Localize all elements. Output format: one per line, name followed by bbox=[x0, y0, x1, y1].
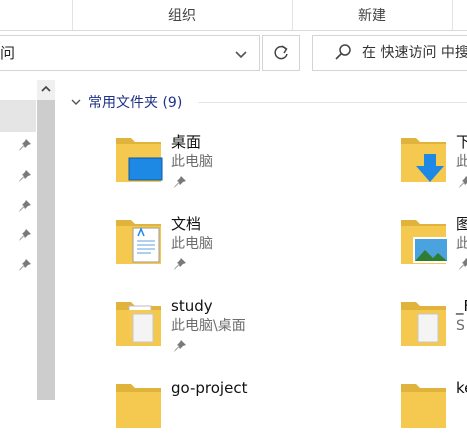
folder-location: 此电脑 bbox=[171, 236, 213, 252]
address-path: 问 bbox=[0, 44, 16, 62]
pin-icon[interactable] bbox=[18, 228, 32, 242]
refresh-button[interactable] bbox=[262, 35, 300, 71]
folder-tile[interactable]: 图 此 bbox=[400, 214, 467, 284]
documents-folder-icon bbox=[116, 220, 161, 264]
folder-name: 文档 bbox=[171, 215, 202, 233]
pin-icon[interactable] bbox=[173, 257, 187, 271]
pin-icon[interactable] bbox=[18, 199, 32, 213]
pictures-folder-icon bbox=[401, 220, 449, 264]
folder-location: 此电脑 bbox=[171, 154, 213, 170]
folder-name: _F bbox=[456, 297, 467, 315]
folder-icon bbox=[116, 384, 161, 428]
ribbon-separator bbox=[452, 0, 453, 30]
folder-name: 下 bbox=[456, 133, 467, 151]
scrollbar-thumb[interactable] bbox=[37, 100, 55, 400]
folder-icon bbox=[401, 302, 446, 346]
downloads-folder-icon bbox=[401, 138, 446, 182]
folder-tile[interactable]: go-project bbox=[115, 378, 315, 448]
folder-icon bbox=[401, 384, 446, 428]
search-box[interactable]: 在 快速访问 中搜 bbox=[312, 35, 467, 71]
pin-icon[interactable] bbox=[173, 339, 187, 353]
folder-location: 此 bbox=[456, 236, 467, 252]
pin-icon[interactable] bbox=[173, 175, 187, 189]
folder-name: go-project bbox=[171, 379, 248, 397]
folder-location: 此电脑\桌面 bbox=[171, 318, 246, 334]
pin-icon[interactable] bbox=[18, 169, 32, 183]
nav-scrollbar[interactable] bbox=[37, 80, 55, 400]
refresh-icon bbox=[274, 45, 288, 60]
folder-location: 此 bbox=[456, 154, 467, 170]
search-icon bbox=[335, 44, 351, 60]
chevron-down-icon[interactable] bbox=[230, 43, 252, 65]
group-header-label: 常用文件夹 (9) bbox=[88, 95, 183, 111]
pin-icon[interactable] bbox=[18, 258, 32, 272]
desktop-folder-icon bbox=[116, 138, 163, 182]
pin-icon[interactable] bbox=[458, 257, 467, 271]
folder-tile[interactable]: 下 此 bbox=[400, 132, 467, 202]
folder-tile[interactable]: study 此电脑\桌面 bbox=[115, 296, 315, 366]
ribbon-group-organize[interactable]: 组织 bbox=[72, 0, 292, 30]
group-divider bbox=[198, 102, 467, 103]
ribbon-group-new[interactable]: 新建 bbox=[292, 0, 452, 30]
folder-location: S bbox=[456, 318, 465, 334]
folder-tile[interactable]: ke bbox=[400, 378, 467, 448]
ribbon: 组织 新建 bbox=[0, 0, 467, 31]
pin-icon[interactable] bbox=[458, 175, 467, 189]
folder-name: 图 bbox=[456, 215, 467, 233]
folder-icon bbox=[116, 302, 161, 346]
chevron-down-icon bbox=[71, 99, 81, 105]
folder-name: study bbox=[171, 297, 213, 315]
folder-tile[interactable]: _F S bbox=[400, 296, 467, 366]
search-placeholder: 在 快速访问 中搜 bbox=[362, 45, 467, 61]
group-header-frequent-folders[interactable]: 常用文件夹 (9) bbox=[70, 91, 182, 113]
scroll-up-icon[interactable] bbox=[37, 80, 55, 98]
address-bar[interactable]: 问 bbox=[0, 35, 260, 71]
folder-name: 桌面 bbox=[171, 133, 202, 151]
pin-icon[interactable] bbox=[18, 138, 32, 152]
folder-tile[interactable]: 桌面 此电脑 bbox=[115, 132, 315, 202]
nav-item-quick-access[interactable] bbox=[0, 100, 36, 132]
folder-tile[interactable]: 文档 此电脑 bbox=[115, 214, 315, 284]
folder-name: ke bbox=[456, 379, 467, 397]
